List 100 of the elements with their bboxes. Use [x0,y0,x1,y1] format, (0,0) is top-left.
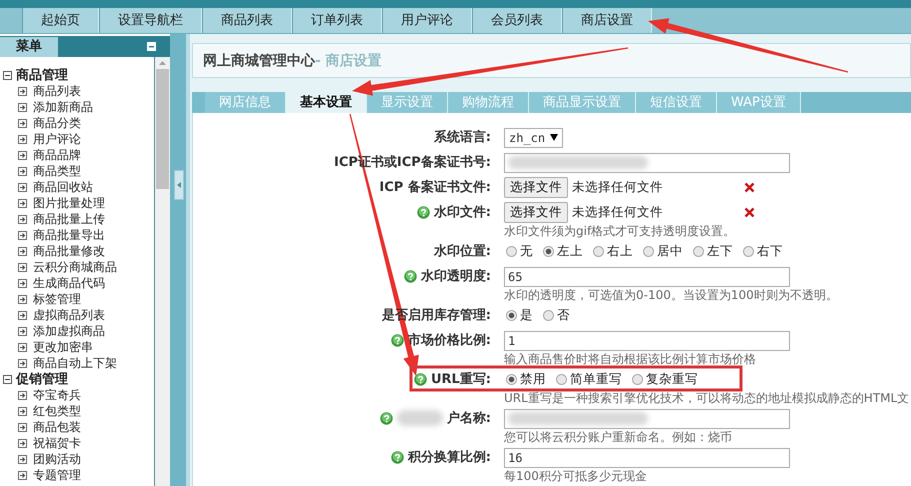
radio-label: 禁用 [520,371,546,388]
collapse-handle[interactable] [174,170,184,200]
menu-item[interactable]: 图片批量处理 [33,194,105,212]
menu-item[interactable]: 团购活动 [33,450,81,468]
input-field[interactable] [504,152,790,172]
radio-label: 左下 [707,243,733,260]
radio-label: 居中 [657,243,683,260]
radio-button[interactable] [506,310,517,321]
field-label: 水印透明度: [420,268,491,286]
menu-tab[interactable]: 菜单 [0,37,58,57]
page-subtitle: - 商店设置 [315,52,382,70]
radio-button[interactable] [543,310,554,321]
menu-item[interactable]: 商品列表 [33,82,81,100]
radio-button[interactable] [506,374,517,385]
page-title: 网上商城管理中心 [203,52,315,70]
radio-label: 右上 [607,243,633,260]
hint-text: 水印的透明度，可选值为0-100。当设置为100时则为不透明。 [504,288,838,302]
collapse-icon[interactable] [3,70,12,80]
radio-button[interactable] [543,246,554,257]
radio-label: 复杂重写 [646,371,698,388]
menu-item[interactable]: 云积分商城商品 [33,258,117,276]
field-label: 水印文件: [434,204,491,222]
menu-item[interactable]: 祝福贺卡 [33,434,81,452]
menu-item[interactable]: 生成商品代码 [33,274,105,292]
nav-tab[interactable]: 会员列表 [472,8,562,33]
menu-item[interactable]: 商品品牌 [33,146,81,164]
menu-item[interactable]: 商品分类 [33,114,81,132]
radio-button[interactable] [693,246,704,257]
menu-item[interactable]: 用户评论 [33,130,81,148]
field-label: 系统语言: [434,128,491,147]
page-icon [18,118,27,128]
field-label: 积分换算比例: [408,449,491,467]
menu-item[interactable]: 商品包装 [33,418,81,436]
menu-item[interactable]: 标签管理 [33,290,81,308]
radio-button[interactable] [643,246,654,257]
input-field[interactable] [504,408,790,428]
menu-item[interactable]: 专题管理 [33,466,81,484]
page-icon [18,214,27,224]
nav-tab[interactable]: 订单列表 [292,8,382,33]
input-field[interactable]: 16 [504,448,790,468]
menu-group[interactable]: 商品管理 [16,66,68,84]
file-status: 未选择任何文件 [572,204,664,221]
field-label: URL重写: [430,370,491,389]
settings-tab[interactable]: 基本设置 [286,92,367,113]
hint-text: 您可以将云积分账户重新命名。例如：烧币 [504,430,733,444]
menu-item[interactable]: 夺宝奇兵 [33,386,81,404]
choose-file-button[interactable]: 选择文件 [504,202,568,223]
menu-item[interactable]: 商品批量导出 [33,226,105,244]
page-icon [18,406,27,416]
page-icon [18,438,27,448]
scrollbar-thumb[interactable] [156,69,169,189]
hint-text: 输入商品售价时将自动根据该比例计算市场价格 [504,352,757,366]
menu-item[interactable]: 虚拟商品列表 [33,306,105,324]
menu-item[interactable]: 商品批量修改 [33,242,105,260]
choose-file-button[interactable]: 选择文件 [504,177,568,198]
nav-tab[interactable]: 商店设置 [562,8,652,33]
menu-item[interactable]: 添加新商品 [33,98,93,116]
menu-item[interactable]: 商品自动上下架 [33,354,117,372]
radio-label: 左上 [557,243,583,260]
input-field[interactable]: 1 [504,330,790,350]
nav-tab[interactable]: 起始页 [22,8,99,33]
radio-label: 简单重写 [570,371,622,388]
input-field[interactable]: 65 [504,266,790,286]
page-icon [18,342,27,352]
radio-label: 右下 [757,243,783,260]
menu-item[interactable]: 商品类型 [33,162,81,180]
menu-group[interactable]: 促销管理 [16,370,68,388]
page-icon [18,326,27,336]
nav-tab[interactable]: 用户评论 [382,8,472,33]
radio-button[interactable] [556,374,567,385]
nav-tab[interactable]: 设置导航栏 [99,8,202,33]
page-icon [18,182,27,192]
scrollbar-track[interactable] [155,57,170,486]
menu-item[interactable]: 商品回收站 [33,178,93,196]
page-icon [18,310,27,320]
page-icon [18,246,27,256]
radio-label: 无 [520,243,533,260]
cross-icon[interactable] [744,182,755,193]
radio-button[interactable] [632,374,643,385]
hint-text: URL重写是一种搜索引擎优化技术，可以将动态的地址模拟成静态的HTML文 [504,391,910,405]
radio-button[interactable] [506,246,517,257]
page-icon [18,150,27,160]
menu-item[interactable]: 商品批量上传 [33,210,105,228]
page-icon [18,102,27,112]
page-icon [18,134,27,144]
menu-item[interactable]: 红包类型 [33,402,81,420]
triangle-left-icon [177,182,181,188]
caret-icon [550,134,558,141]
collapse-icon[interactable] [3,374,12,384]
menu-item[interactable]: 更改加密串 [33,338,93,356]
radio-button[interactable] [743,246,754,257]
nav-tab[interactable]: 商品列表 [202,8,292,33]
field-label: ICP 备案证书文件: [379,178,491,197]
menu-item[interactable]: 添加虚拟商品 [33,322,105,340]
radio-label: 否 [557,307,570,324]
field-label: 户名称: [446,410,491,428]
cross-icon[interactable] [744,207,755,218]
page-icon [18,294,27,304]
language-select[interactable]: zh_cn [504,128,564,148]
radio-button[interactable] [593,246,604,257]
